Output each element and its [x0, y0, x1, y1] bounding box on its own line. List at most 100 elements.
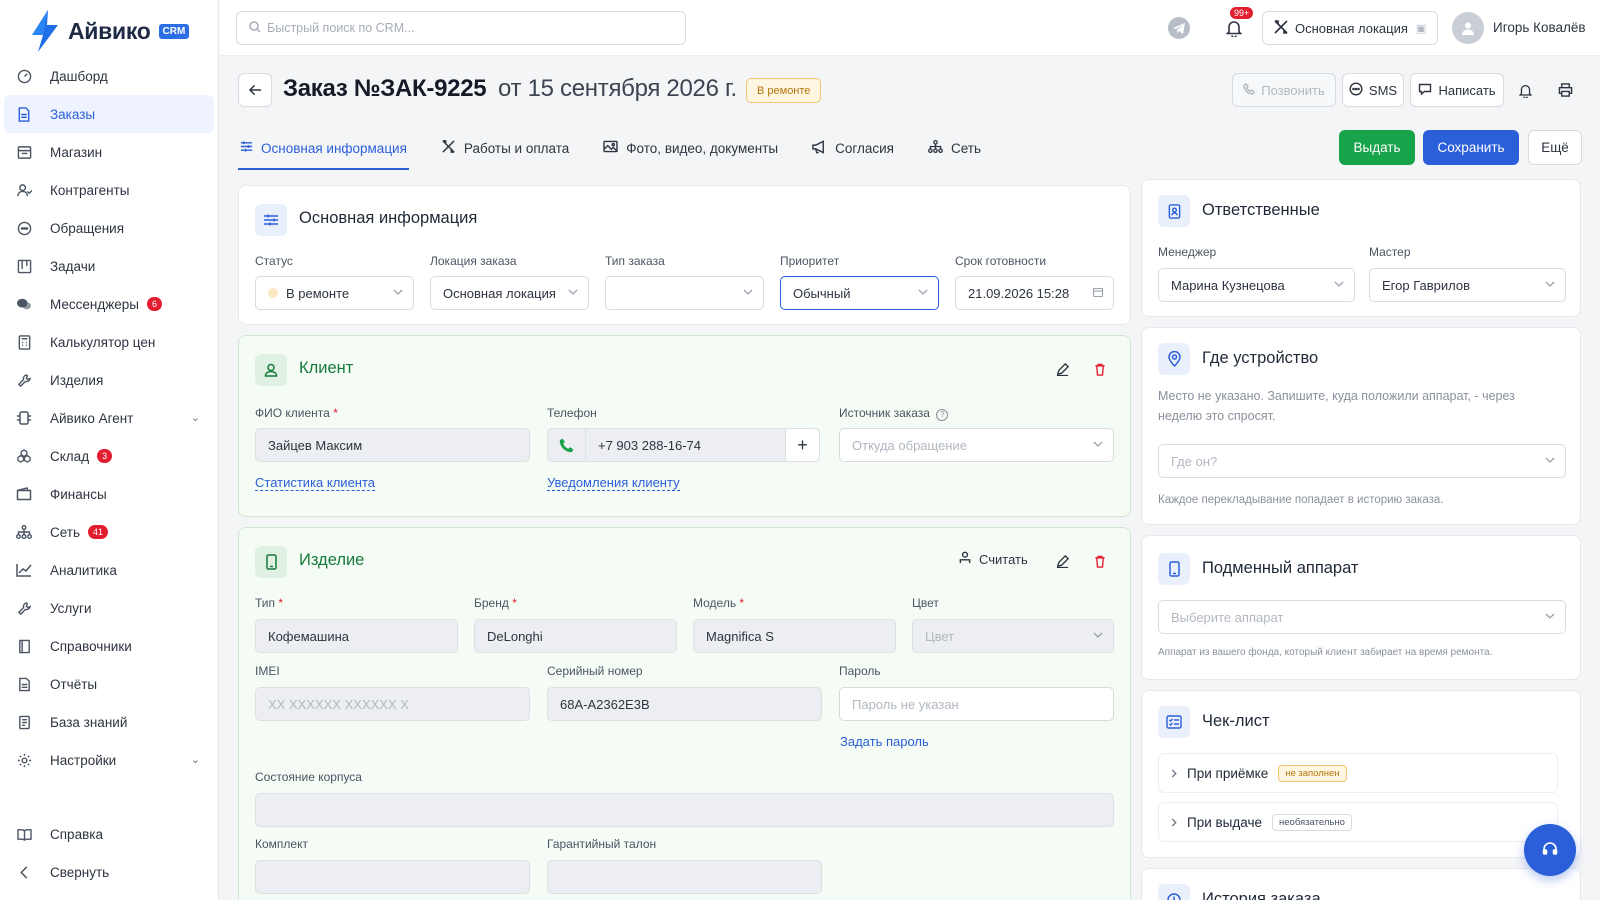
serial-input[interactable]: 68A-A2362E3B [547, 687, 822, 721]
call-button[interactable]: Позвонить [1232, 73, 1336, 107]
tab-network[interactable]: Сеть [926, 128, 983, 168]
client-stats-link[interactable]: Статистика клиента [255, 475, 376, 491]
kit-input[interactable] [255, 860, 530, 894]
sidebar-item-store[interactable]: Магазин [4, 133, 214, 171]
sidebar-item-network[interactable]: Сеть 41 [4, 513, 214, 551]
sidebar-item-settings[interactable]: Настройки ⌄ [4, 741, 214, 779]
collapse-icon [16, 864, 32, 880]
sidebar-item-calculator[interactable]: Калькулятор цен [4, 323, 214, 361]
device-location-select[interactable]: Где он? [1158, 444, 1566, 478]
set-password-link[interactable]: Задать пароль [840, 734, 929, 749]
sidebar-item-help[interactable]: Справка [4, 815, 214, 853]
edit-icon[interactable] [1053, 552, 1071, 570]
substitute-select[interactable]: Выберите аппарат [1158, 600, 1566, 634]
order-source-label-text: Источник заказа [839, 406, 930, 420]
read-device-button[interactable]: Считать [959, 551, 1028, 567]
save-button[interactable]: Сохранить [1423, 130, 1519, 165]
status-dot-icon [268, 288, 278, 298]
sidebar-item-orders[interactable]: Заказы [4, 95, 214, 133]
client-name-input[interactable]: Зайцев Максим [255, 428, 530, 462]
telegram-icon[interactable] [1168, 17, 1190, 39]
warranty-input[interactable] [547, 860, 822, 894]
issue-button[interactable]: Выдать [1339, 130, 1415, 165]
sidebar-item-agent[interactable]: Айвико Агент ⌄ [4, 399, 214, 437]
priority-value: Обычный [793, 285, 851, 301]
delete-icon[interactable] [1091, 360, 1109, 378]
support-chat-button[interactable] [1524, 824, 1576, 876]
device-card: Изделие Считать Тип * Кофемашина Бренд *… [238, 527, 1131, 900]
order-location-select[interactable]: Основная локация [430, 276, 589, 310]
deadline-value: 21.09.2026 15:28 [968, 285, 1070, 301]
model-value: Magnifica S [706, 628, 774, 644]
more-button[interactable]: Ещё [1528, 130, 1582, 165]
edit-icon[interactable] [1053, 360, 1071, 378]
delete-icon[interactable] [1091, 552, 1109, 570]
sidebar-item-analytics[interactable]: Аналитика [4, 551, 214, 589]
status-value: В ремонте [286, 285, 350, 301]
checklist-row-label: При приёмке [1187, 765, 1269, 781]
sidebar-item-services[interactable]: Услуги [4, 589, 214, 627]
write-button[interactable]: Написать [1410, 73, 1504, 107]
warehouse-icon [16, 448, 32, 464]
checklist-row-issue[interactable]: При выдаче необязательно [1158, 802, 1558, 842]
chevron-down-icon: ⌄ [190, 754, 200, 766]
phone-input[interactable]: +7 903 288-16-74 + [547, 428, 820, 462]
help-circle-icon[interactable]: ? [936, 409, 949, 421]
avatar[interactable] [1452, 12, 1484, 44]
sidebar-item-references[interactable]: Справочники [4, 627, 214, 665]
notifications-badge: 99+ [1230, 7, 1254, 19]
manager-select[interactable]: Марина Кузнецова [1158, 268, 1355, 302]
order-source-select[interactable]: Откуда обращение [839, 428, 1114, 462]
sidebar-item-warehouse[interactable]: Склад 3 [4, 437, 214, 475]
order-date: от 15 сентября 2026 г. [498, 75, 737, 102]
help-book-icon [16, 826, 32, 842]
client-notifications-link[interactable]: Уведомления клиенту [547, 475, 680, 491]
sidebar-item-label: Аналитика [50, 562, 117, 578]
sidebar-item-label: Сеть [50, 524, 81, 540]
sidebar-item-reports[interactable]: Отчёты [4, 665, 214, 703]
bell-subscribe-icon[interactable] [1515, 80, 1535, 100]
sidebar-collapse[interactable]: Свернуть [4, 853, 214, 891]
tab-media[interactable]: Фото, видео, документы [601, 128, 780, 168]
device-type-input[interactable]: Кофемашина [255, 619, 458, 653]
tab-works-payment[interactable]: Работы и оплата [439, 128, 571, 168]
sidebar-item-finance[interactable]: Финансы [4, 475, 214, 513]
deadline-input[interactable]: 21.09.2026 15:28 [955, 276, 1114, 310]
agent-icon [16, 410, 32, 426]
sidebar-item-contacts[interactable]: Контрагенты [4, 171, 214, 209]
brand-name: Айвико [68, 17, 151, 44]
brand-logo[interactable]: Айвико CRM [28, 6, 190, 56]
master-select[interactable]: Егор Гаврилов [1369, 268, 1566, 302]
color-select[interactable]: Цвет [912, 619, 1114, 653]
sidebar-item-tasks[interactable]: Задачи [4, 247, 214, 285]
calculator-icon [16, 334, 32, 350]
user-name[interactable]: Игорь Ковалёв [1493, 20, 1586, 35]
messengers-icon [16, 296, 32, 312]
body-condition-label: Состояние корпуса [255, 770, 362, 784]
brand-input[interactable]: DeLonghi [474, 619, 677, 653]
location-selector[interactable]: Основная локация ▣ [1262, 11, 1438, 45]
password-input[interactable]: Пароль не указан [839, 687, 1114, 721]
priority-select[interactable]: Обычный [780, 276, 939, 310]
search-input[interactable]: Быстрый поиск по CRM... [236, 11, 686, 45]
sidebar-item-messengers[interactable]: Мессенджеры 6 [4, 285, 214, 323]
notifications-bell-icon[interactable] [1222, 16, 1246, 40]
model-input[interactable]: Magnifica S [693, 619, 896, 653]
sidebar-item-knowledge[interactable]: База знаний [4, 703, 214, 741]
sidebar-item-label: Мессенджеры [50, 296, 139, 312]
add-phone-button[interactable]: + [785, 429, 819, 461]
checklist-row-intake[interactable]: При приёмке не заполнен [1158, 753, 1558, 793]
print-icon[interactable] [1555, 80, 1575, 100]
body-condition-input[interactable] [255, 793, 1114, 827]
status-select[interactable]: В ремонте [255, 276, 414, 310]
tab-consents[interactable]: Согласия [810, 128, 896, 168]
back-button[interactable] [238, 73, 272, 107]
tab-main-info[interactable]: Основная информация [238, 128, 409, 170]
sms-button[interactable]: SMS [1342, 73, 1404, 107]
imei-input[interactable]: XX XXXXXX XXXXXX X [255, 687, 530, 721]
sidebar-item-requests[interactable]: Обращения [4, 209, 214, 247]
phone-green-icon[interactable] [548, 429, 586, 461]
order-type-select[interactable] [605, 276, 764, 310]
sidebar-item-products[interactable]: Изделия [4, 361, 214, 399]
sidebar-item-dashboard[interactable]: Дашборд [4, 57, 214, 95]
